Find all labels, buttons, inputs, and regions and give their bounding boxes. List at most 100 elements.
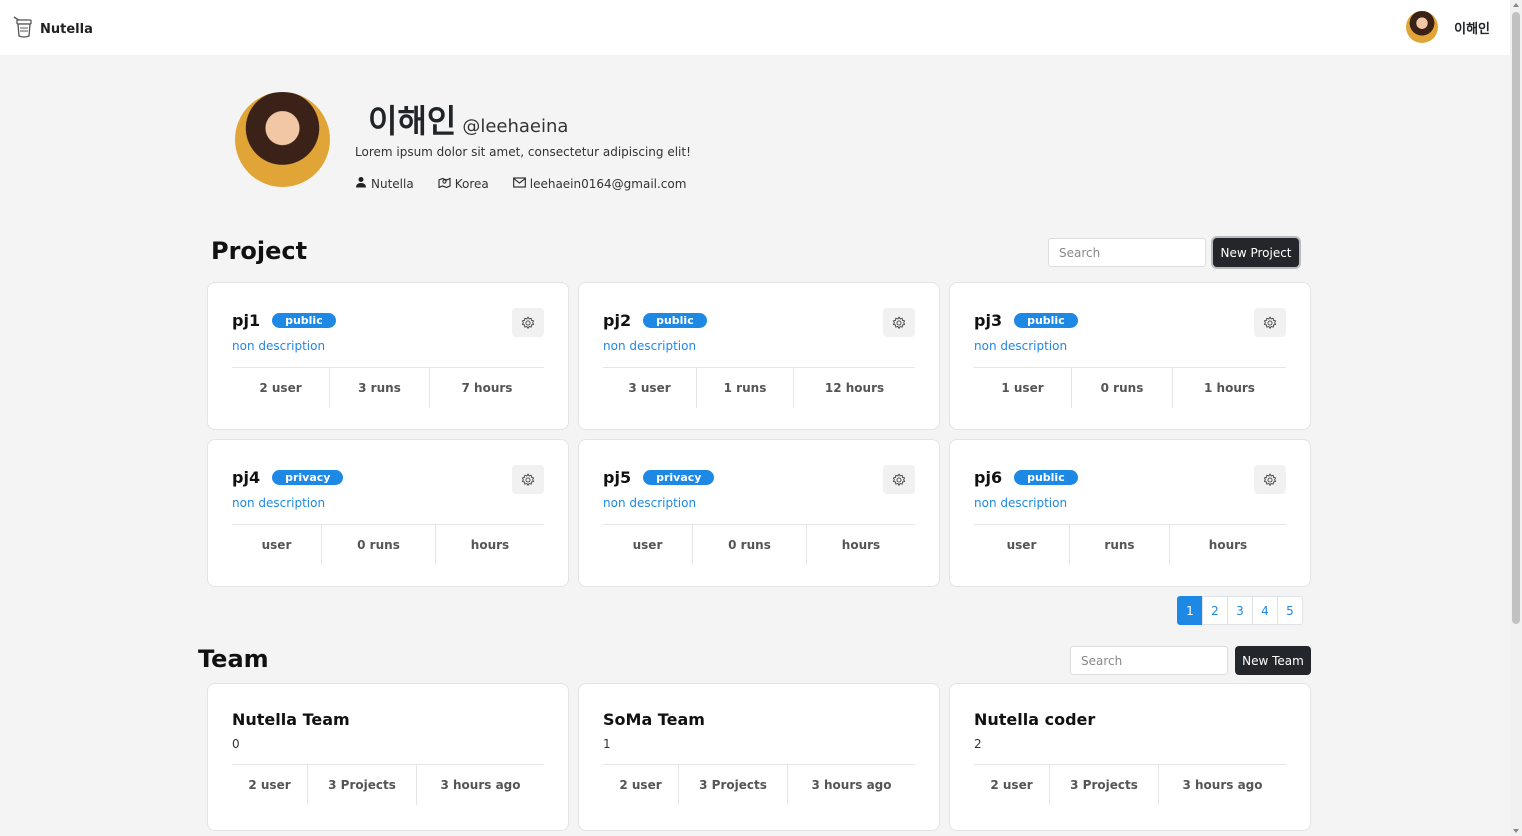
logo[interactable]: Nutella <box>12 14 93 44</box>
project-name[interactable]: pj2 <box>603 311 631 330</box>
project-settings-button[interactable] <box>512 465 544 494</box>
team-section-title: Team <box>198 645 269 673</box>
project-description: non description <box>974 339 1068 353</box>
team-count: 1 <box>603 737 611 751</box>
team-name[interactable]: Nutella coder <box>974 710 1095 729</box>
user-name: 이해인 <box>1454 21 1490 37</box>
top-navbar: Nutella 이해인 <box>0 0 1510 55</box>
project-card[interactable]: pj4 privacy non description user 0 runs … <box>207 439 569 587</box>
project-search-input[interactable] <box>1048 238 1206 267</box>
project-name[interactable]: pj6 <box>974 468 1002 487</box>
profile-handle: @leehaeina <box>462 116 569 137</box>
visibility-badge: privacy <box>643 470 715 485</box>
stat-users: 3 user <box>603 368 697 408</box>
user-icon <box>355 176 367 191</box>
scroll-up-icon[interactable] <box>1513 3 1519 7</box>
stat-runs: 0 runs <box>322 525 436 565</box>
team-name[interactable]: SoMa Team <box>603 710 705 729</box>
visibility-badge: privacy <box>272 470 344 485</box>
scrollbar-thumb[interactable] <box>1512 12 1520 624</box>
visibility-badge: public <box>1014 313 1078 328</box>
stat-projects: 3 Projects <box>1050 765 1159 805</box>
project-settings-button[interactable] <box>883 465 915 494</box>
profile-name: 이해인 @leehaeina <box>368 96 568 142</box>
stat-hours: hours <box>1208 538 1248 552</box>
project-card-head: pj6 public <box>974 468 1078 487</box>
project-description: non description <box>232 496 326 510</box>
team-stats: 2 user 3 Projects 3 hours ago <box>974 765 1286 805</box>
user-menu[interactable]: 이해인 <box>1406 11 1490 43</box>
email-text: leehaein0164@gmail.com <box>529 176 687 191</box>
project-description: non description <box>232 339 326 353</box>
project-settings-button[interactable] <box>883 308 915 337</box>
stat-users: 2 user <box>232 368 330 408</box>
stat-runs: 3 runs <box>330 368 430 408</box>
project-card[interactable]: pj5 privacy non description user 0 runs … <box>578 439 940 587</box>
visibility-badge: public <box>643 313 707 328</box>
project-description: non description <box>603 339 697 353</box>
project-card-head: pj3 public <box>974 311 1078 330</box>
project-stats: user 0 runs hours <box>603 525 915 565</box>
location-text: Korea <box>454 176 489 191</box>
project-name[interactable]: pj3 <box>974 311 1002 330</box>
project-name[interactable]: pj1 <box>232 311 260 330</box>
avatar[interactable] <box>1406 11 1439 43</box>
page-button-2[interactable]: 2 <box>1202 596 1228 625</box>
profile-email[interactable]: leehaein0164@gmail.com <box>512 176 687 191</box>
stat-projects: 3 Projects <box>679 765 788 805</box>
gear-icon <box>892 315 906 329</box>
project-name[interactable]: pj5 <box>603 468 631 487</box>
project-card[interactable]: pj6 public non description user runs hou… <box>949 439 1311 587</box>
project-stats: user 0 runs hours <box>232 525 544 565</box>
stat-hours: hours <box>841 538 881 552</box>
profile-avatar <box>235 92 330 187</box>
new-team-button[interactable]: New Team <box>1235 646 1311 675</box>
pagination: 1 2 3 4 5 <box>1177 596 1303 625</box>
gear-icon <box>892 472 906 486</box>
team-name[interactable]: Nutella Team <box>232 710 350 729</box>
page-button-3[interactable]: 3 <box>1227 596 1253 625</box>
team-card[interactable]: Nutella Team 0 2 user 3 Projects 3 hours… <box>207 683 569 831</box>
project-description: non description <box>603 496 697 510</box>
profile-display-name: 이해인 <box>368 102 457 140</box>
stat-runs: 0 runs <box>1072 368 1173 408</box>
gear-icon <box>521 315 535 329</box>
project-settings-button[interactable] <box>512 308 544 337</box>
stat-runs: 1 runs <box>697 368 794 408</box>
stat-updated: 3 hours ago <box>1182 778 1263 792</box>
team-count: 2 <box>974 737 982 751</box>
new-project-button[interactable]: New Project <box>1213 238 1299 267</box>
project-card-head: pj2 public <box>603 311 707 330</box>
team-card[interactable]: Nutella coder 2 2 user 3 Projects 3 hour… <box>949 683 1311 831</box>
page-button-1[interactable]: 1 <box>1177 596 1203 625</box>
page-button-5[interactable]: 5 <box>1277 596 1303 625</box>
project-card[interactable]: pj1 public non description 2 user 3 runs… <box>207 282 569 430</box>
stat-hours: 1 hours <box>1204 381 1255 395</box>
project-card[interactable]: pj2 public non description 3 user 1 runs… <box>578 282 940 430</box>
page-scrollbar[interactable] <box>1510 0 1522 836</box>
stat-users: user <box>974 525 1070 565</box>
profile-location: Korea <box>438 176 489 191</box>
gear-icon <box>1263 472 1277 486</box>
gear-icon <box>521 472 535 486</box>
team-search-input[interactable] <box>1070 646 1228 675</box>
stat-users: 2 user <box>603 765 679 805</box>
visibility-badge: public <box>1014 470 1078 485</box>
project-card[interactable]: pj3 public non description 1 user 0 runs… <box>949 282 1311 430</box>
page-button-4[interactable]: 4 <box>1252 596 1278 625</box>
project-settings-button[interactable] <box>1254 308 1286 337</box>
project-name[interactable]: pj4 <box>232 468 260 487</box>
project-stats: 1 user 0 runs 1 hours <box>974 368 1286 408</box>
project-settings-button[interactable] <box>1254 465 1286 494</box>
mail-icon <box>512 176 526 191</box>
stat-projects: 3 Projects <box>308 765 417 805</box>
profile-bio: Lorem ipsum dolor sit amet, consectetur … <box>355 145 691 159</box>
scroll-down-icon[interactable] <box>1513 829 1519 833</box>
team-card[interactable]: SoMa Team 1 2 user 3 Projects 3 hours ag… <box>578 683 940 831</box>
project-description: non description <box>974 496 1068 510</box>
project-stats: user runs hours <box>974 525 1286 565</box>
visibility-badge: public <box>272 313 336 328</box>
project-card-head: pj5 privacy <box>603 468 715 487</box>
app-name: Nutella <box>40 21 93 37</box>
team-stats: 2 user 3 Projects 3 hours ago <box>603 765 915 805</box>
